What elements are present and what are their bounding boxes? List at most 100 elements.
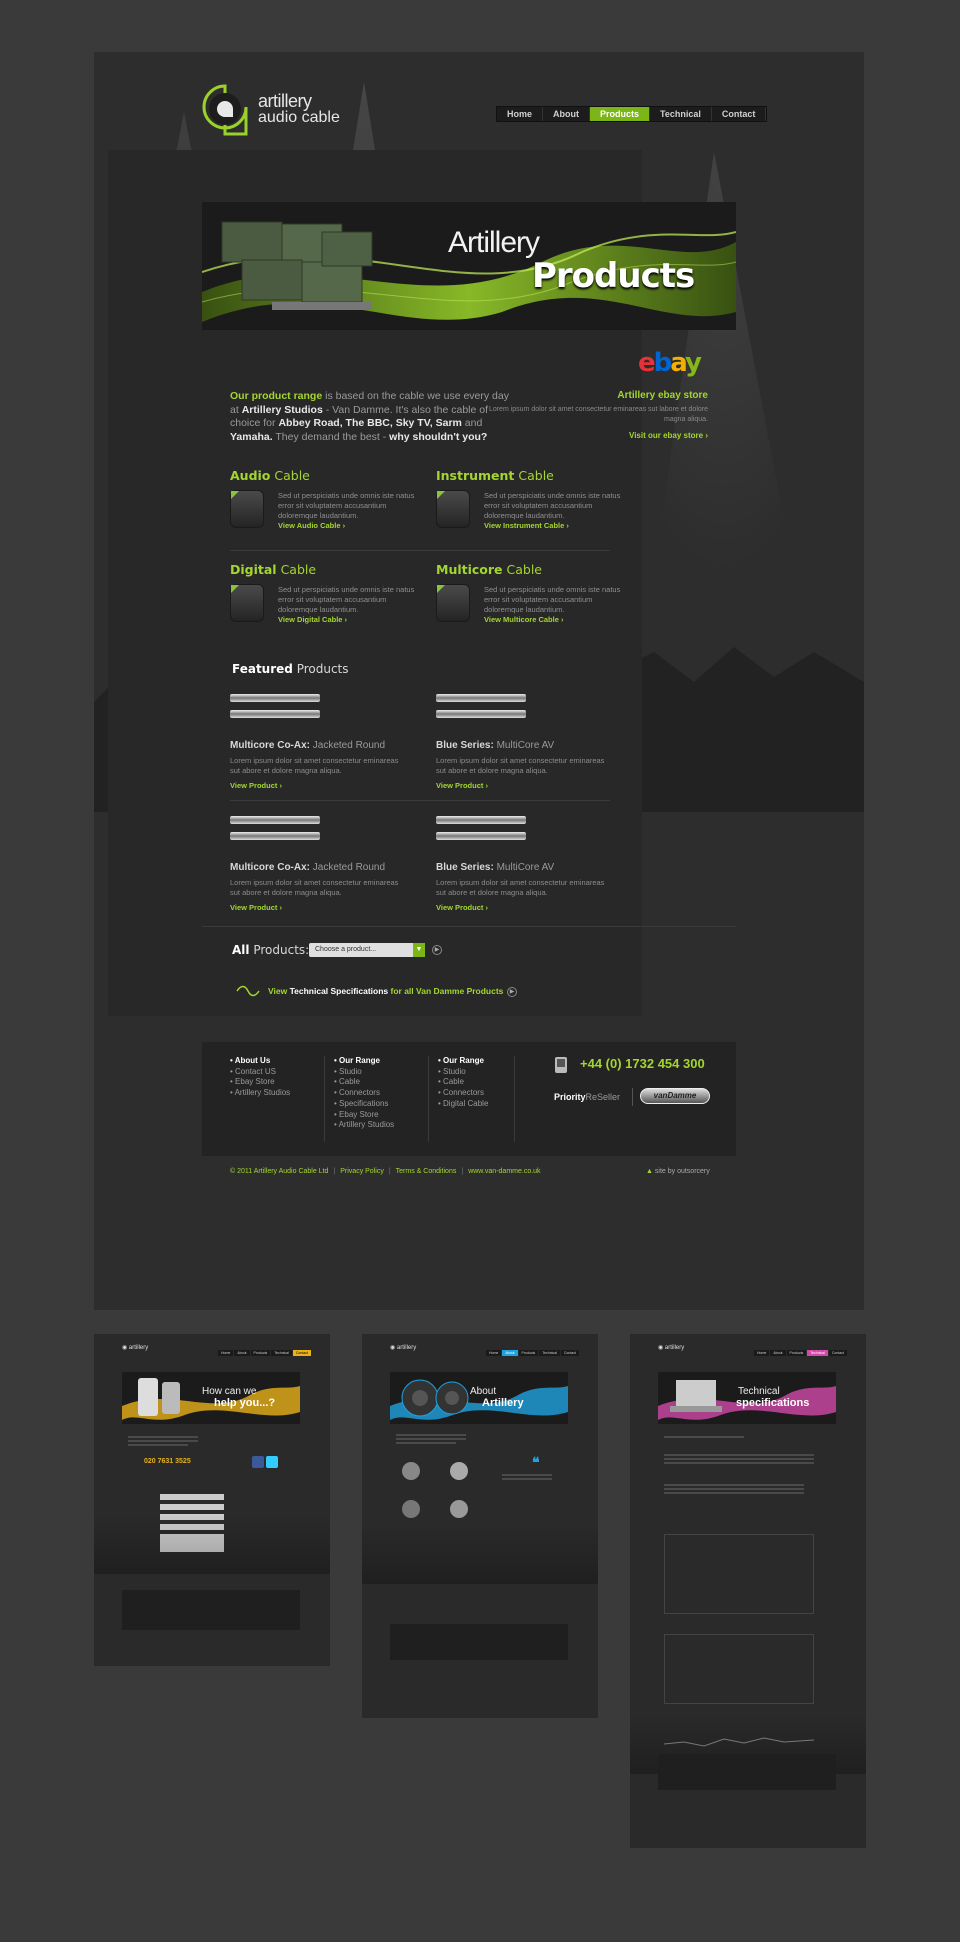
thumb-nav-item: About bbox=[234, 1350, 250, 1356]
thumb-text-line bbox=[396, 1442, 456, 1444]
view-product-link[interactable]: View Product › bbox=[230, 781, 410, 790]
cable-jack-image[interactable] bbox=[230, 812, 410, 848]
jack bbox=[230, 832, 320, 840]
category-heading: Audio Cable bbox=[230, 468, 420, 483]
divider bbox=[514, 1056, 515, 1142]
footer-link[interactable]: • Ebay Store bbox=[230, 1077, 290, 1088]
ebay-logo[interactable]: ebay bbox=[638, 348, 702, 378]
footer-link[interactable]: • Contact US bbox=[230, 1067, 290, 1078]
spec-link-part: for all Van Damme Products bbox=[388, 986, 504, 996]
thumbnail-technical-page[interactable]: ◉ artillery Home About Products Technical Co… bbox=[630, 1334, 866, 1848]
product-select[interactable]: Choose a product... ▼ bbox=[309, 943, 425, 957]
phone-number[interactable]: +44 (0) 1732 454 300 bbox=[580, 1056, 705, 1071]
van-damme-badge[interactable]: vanDamme bbox=[640, 1088, 710, 1104]
featured-rest: Products bbox=[292, 662, 349, 676]
terms-link[interactable]: Terms & Conditions bbox=[396, 1168, 457, 1175]
category-heading-bold: Multicore bbox=[436, 562, 503, 577]
site-by-credit[interactable]: ▲ site by outsorcery bbox=[646, 1168, 710, 1175]
thumb-text-line bbox=[664, 1458, 814, 1460]
footer-link[interactable]: • Connectors bbox=[334, 1088, 394, 1099]
van-damme-site-link[interactable]: www.van-damme.co.uk bbox=[468, 1168, 540, 1175]
footer: • About Us • Contact US • Ebay Store • A… bbox=[202, 1042, 736, 1156]
footer-link-label: Contact US bbox=[235, 1066, 276, 1076]
logo-mark-icon bbox=[202, 84, 248, 136]
nav-contact[interactable]: Contact bbox=[712, 107, 767, 121]
product-card: Multicore Co-Ax: Jacketed Round Lorem ip… bbox=[230, 690, 410, 790]
footer-link[interactable]: • Artillery Studios bbox=[230, 1088, 290, 1099]
footer-link[interactable]: • Artillery Studios bbox=[334, 1120, 394, 1131]
category-text: Sed ut perspiciatis unde omnis iste natu… bbox=[484, 585, 621, 614]
thumb-nav-item: Home bbox=[754, 1350, 770, 1356]
thumb-banner-title1: Technical bbox=[738, 1386, 780, 1397]
intro-lead[interactable]: Our product range bbox=[230, 390, 322, 402]
thumb-nav-item: Contact bbox=[560, 1350, 579, 1356]
divider bbox=[632, 1088, 633, 1106]
product-text: Lorem ipsum dolor sit amet consectetur e… bbox=[436, 756, 605, 775]
thumb-banner: How can we help you...? bbox=[122, 1372, 300, 1424]
footer-heading-label: Our Range bbox=[443, 1056, 484, 1065]
go-button[interactable]: ▶ bbox=[507, 987, 517, 997]
footer-link[interactable]: • Studio bbox=[438, 1067, 488, 1078]
thumb-logo: ◉ artillery bbox=[122, 1345, 149, 1351]
divider bbox=[324, 1056, 325, 1142]
priority-reseller-label: PriorityReSeller bbox=[554, 1092, 620, 1102]
avatar bbox=[402, 1500, 420, 1518]
phone-icon bbox=[555, 1057, 567, 1073]
product-title-bold: Multicore Co-Ax: bbox=[230, 862, 310, 873]
footer-link[interactable]: • Ebay Store bbox=[334, 1110, 394, 1121]
product-text: Lorem ipsum dolor sit amet consectetur e… bbox=[230, 756, 399, 775]
footer-link[interactable]: • Connectors bbox=[438, 1088, 488, 1099]
footer-link[interactable]: • Cable bbox=[438, 1077, 488, 1088]
category-heading-rest: Cable bbox=[514, 468, 554, 483]
thumb-text-line bbox=[396, 1434, 466, 1436]
footer-link[interactable]: • Specifications bbox=[334, 1099, 394, 1110]
logo[interactable]: artillery audio cable bbox=[200, 82, 350, 138]
view-instrument-cable-link[interactable]: View Instrument Cable › bbox=[484, 521, 626, 530]
nav-products[interactable]: Products bbox=[590, 107, 651, 121]
footer-link[interactable]: • Studio bbox=[334, 1067, 394, 1078]
nav-about[interactable]: About bbox=[543, 107, 591, 121]
view-audio-cable-link[interactable]: View Audio Cable › bbox=[278, 521, 420, 530]
thumb-text-line bbox=[664, 1436, 744, 1438]
footer-link[interactable]: • Digital Cable bbox=[438, 1099, 488, 1110]
view-product-link[interactable]: View Product › bbox=[436, 903, 616, 912]
link-label: View Product bbox=[436, 903, 484, 912]
divider bbox=[428, 1056, 429, 1142]
thumb-nav: Home About Products Technical Contact bbox=[218, 1350, 312, 1356]
all-products-bold: All bbox=[232, 943, 250, 957]
thumb-text-line bbox=[128, 1440, 198, 1442]
category-heading-bold: Audio bbox=[230, 468, 271, 483]
view-product-link[interactable]: View Product › bbox=[436, 781, 616, 790]
footer-link-label: Digital Cable bbox=[443, 1098, 489, 1108]
technical-specs-link[interactable]: View Technical Specifications for all Va… bbox=[268, 986, 503, 996]
category-audio: Audio Cable Sed ut perspiciatis unde omn… bbox=[230, 468, 420, 530]
view-digital-cable-link[interactable]: View Digital Cable › bbox=[278, 615, 420, 624]
view-multicore-cable-link[interactable]: View Multicore Cable › bbox=[484, 615, 626, 624]
all-products-label: All Products: bbox=[232, 943, 309, 957]
thumbnail-about-page[interactable]: ◉ artillery Home About Products Technical Co… bbox=[362, 1334, 598, 1718]
thumb-nav: Home About Products Technical Contact bbox=[486, 1350, 580, 1356]
ebay-store-link[interactable]: Visit our ebay store › bbox=[629, 431, 708, 440]
ebay-store-text: Lorem ipsum dolor sit amet consectetur e… bbox=[488, 406, 708, 423]
quote-icon: ❝ bbox=[532, 1454, 540, 1470]
nav-technical[interactable]: Technical bbox=[650, 107, 712, 121]
cable-jack-image[interactable] bbox=[436, 690, 616, 726]
footer-link[interactable]: • Cable bbox=[334, 1077, 394, 1088]
spec-table bbox=[664, 1534, 814, 1614]
link-label: View Instrument Cable bbox=[484, 521, 565, 530]
thumb-nav-item: Technical bbox=[539, 1350, 560, 1356]
nav-home[interactable]: Home bbox=[497, 107, 544, 121]
go-button[interactable]: ▶ bbox=[432, 945, 442, 955]
bottom-links: © 2011 Artillery Audio Cable Ltd | Privacy… bbox=[230, 1168, 541, 1175]
view-product-link[interactable]: View Product › bbox=[230, 903, 410, 912]
products-banner: Artillery Products bbox=[202, 202, 736, 330]
cable-jack-image[interactable] bbox=[230, 690, 410, 726]
category-heading-rest: Cable bbox=[276, 562, 317, 577]
thumb-banner-graphic bbox=[390, 1372, 568, 1424]
cable-jack-image[interactable] bbox=[436, 812, 616, 848]
thumb-text-line bbox=[664, 1462, 814, 1464]
thumb-nav-item: Technical bbox=[271, 1350, 292, 1356]
thumbnail-contact-page[interactable]: ◉ artillery Home About Products Technical Co… bbox=[94, 1334, 330, 1666]
jack bbox=[436, 832, 526, 840]
privacy-link[interactable]: Privacy Policy bbox=[340, 1168, 384, 1175]
